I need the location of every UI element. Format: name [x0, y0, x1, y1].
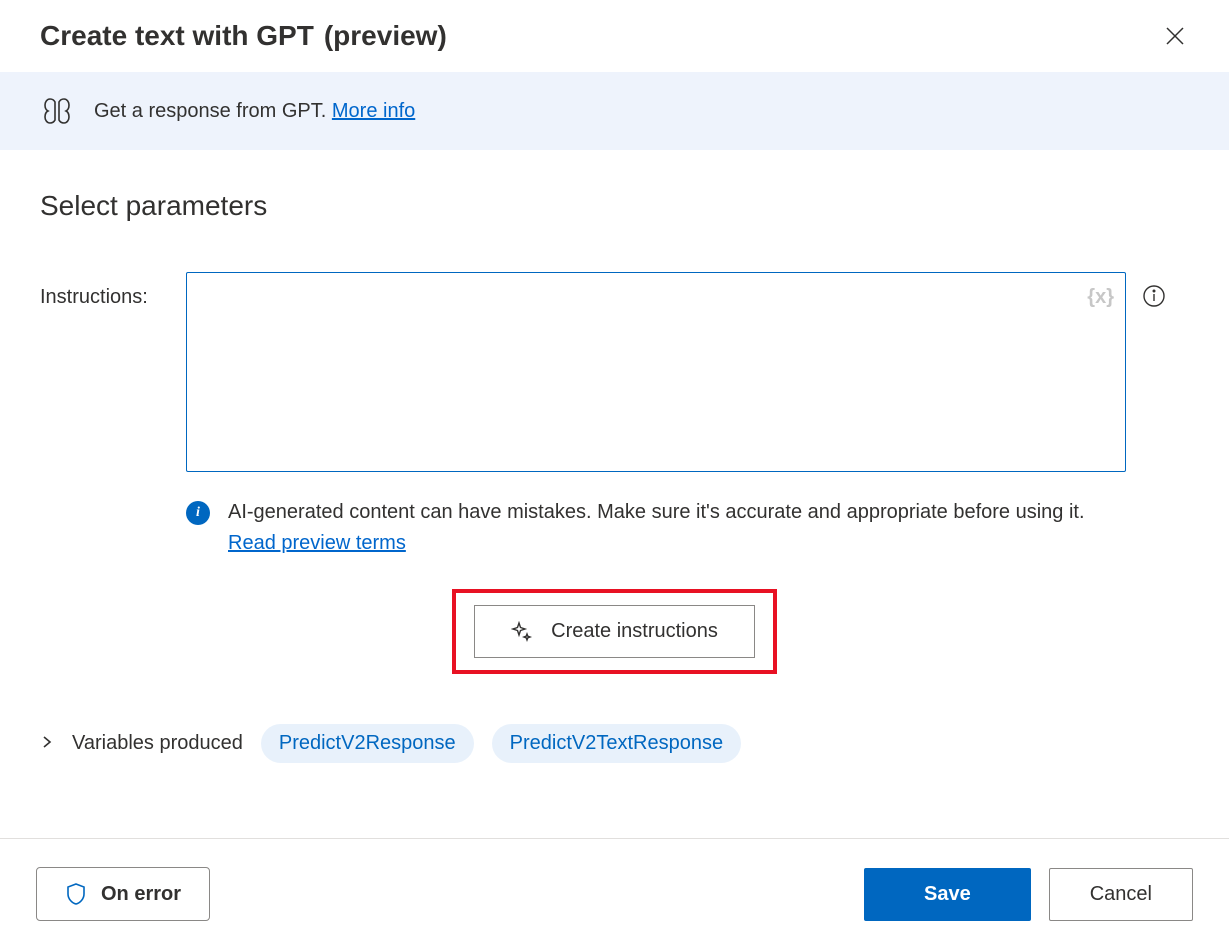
insert-variable-icon[interactable]: {x} [1087, 286, 1114, 309]
footer-actions: Save Cancel [864, 868, 1193, 921]
instructions-label: Instructions: [40, 272, 170, 309]
instructions-input-wrap: {x} [186, 272, 1126, 477]
create-instructions-wrap: Create instructions [40, 589, 1189, 674]
variable-chip[interactable]: PredictV2TextResponse [492, 724, 741, 763]
section-title: Select parameters [40, 190, 1189, 222]
create-instructions-highlight: Create instructions [452, 589, 777, 674]
dialog-header: Create text with GPT (preview) [0, 0, 1229, 72]
variable-chip[interactable]: PredictV2Response [261, 724, 474, 763]
chevron-right-icon [40, 735, 54, 749]
ai-warning: i AI-generated content can have mistakes… [186, 497, 1089, 559]
warning-text: AI-generated content can have mistakes. … [228, 501, 1085, 523]
cancel-button[interactable]: Cancel [1049, 868, 1193, 921]
dialog-create-text-gpt: Create text with GPT (preview) Get a res… [0, 0, 1229, 949]
title-main: Create text with GPT [40, 20, 314, 52]
on-error-button[interactable]: On error [36, 867, 210, 921]
variables-produced-label: Variables produced [72, 732, 243, 755]
dialog-title: Create text with GPT (preview) [40, 20, 447, 52]
title-preview-suffix: (preview) [324, 20, 447, 52]
create-instructions-button[interactable]: Create instructions [474, 605, 755, 658]
info-banner: Get a response from GPT. More info [0, 72, 1229, 150]
instructions-row: Instructions: {x} [40, 272, 1189, 477]
ai-warning-text: AI-generated content can have mistakes. … [228, 497, 1089, 559]
variables-produced-row: Variables produced PredictV2Response Pre… [40, 724, 1189, 763]
banner-text: Get a response from GPT. [94, 100, 332, 122]
info-icon [1142, 284, 1166, 308]
create-instructions-label: Create instructions [551, 620, 718, 643]
shield-icon [65, 882, 87, 906]
save-button[interactable]: Save [864, 868, 1031, 921]
sparkle-icon [511, 621, 533, 643]
preview-terms-link[interactable]: Read preview terms [228, 532, 406, 554]
more-info-link[interactable]: More info [332, 100, 415, 122]
instructions-input[interactable] [186, 272, 1126, 472]
variables-expand-toggle[interactable] [40, 732, 54, 755]
dialog-body: Select parameters Instructions: {x} i AI… [0, 150, 1229, 838]
close-button[interactable] [1161, 22, 1189, 50]
instructions-help-button[interactable] [1142, 272, 1166, 313]
on-error-label: On error [101, 883, 181, 906]
dialog-footer: On error Save Cancel [0, 838, 1229, 949]
close-icon [1165, 26, 1185, 46]
info-dot-icon: i [186, 501, 210, 525]
info-banner-text: Get a response from GPT. More info [94, 100, 415, 123]
gpt-icon [40, 94, 74, 128]
